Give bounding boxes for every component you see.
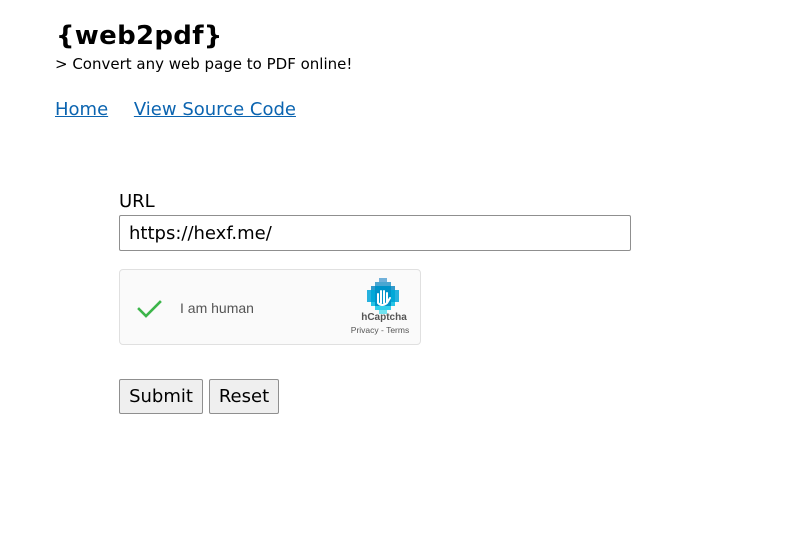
reset-button[interactable]: Reset (209, 379, 279, 414)
tagline: > Convert any web page to PDF online! (55, 55, 353, 73)
hcaptcha-logo-icon (365, 278, 401, 314)
submit-button[interactable]: Submit (119, 379, 203, 414)
url-input[interactable] (119, 215, 631, 251)
checkmark-icon[interactable] (135, 297, 165, 321)
captcha-privacy-link[interactable]: Privacy (351, 325, 379, 335)
nav-link-view-source[interactable]: View Source Code (134, 99, 296, 120)
site-title: {web2pdf} (56, 21, 223, 51)
nav-link-home[interactable]: Home (55, 99, 108, 120)
captcha-links: Privacy - Terms (345, 325, 415, 336)
main-nav: Home View Source Code (55, 98, 296, 122)
hcaptcha-widget: I am human hCaptcha Privacy - Terms (119, 269, 421, 345)
captcha-label: I am human (180, 300, 254, 316)
captcha-links-separator: - (378, 325, 387, 335)
page: {web2pdf} > Convert any web page to PDF … (0, 0, 789, 558)
captcha-terms-link[interactable]: Terms (386, 325, 409, 335)
url-label: URL (119, 191, 155, 212)
captcha-brand: hCaptcha (361, 312, 407, 323)
